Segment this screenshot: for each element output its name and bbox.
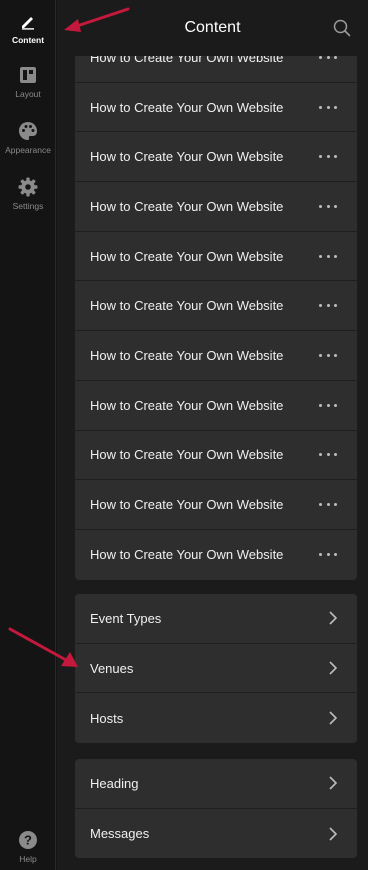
item-label: Heading — [90, 775, 139, 791]
side-rail: Content Layout Appearance Settings ? Hel… — [0, 0, 56, 870]
item-title: How to Create Your Own Website — [90, 198, 284, 214]
gear-icon — [17, 176, 39, 198]
more-horizontal-icon[interactable] — [319, 303, 337, 309]
chevron-right-icon — [329, 776, 338, 790]
articles-list: How to Create Your Own Website How to Cr… — [75, 33, 357, 580]
list-item[interactable]: How to Create Your Own Website — [75, 331, 357, 381]
content-panel: Content How to Create Your Own Website H… — [57, 0, 368, 870]
item-label: Event Types — [90, 610, 162, 626]
rail-item-label: Layout — [15, 89, 41, 99]
rail-item-label: Content — [11, 35, 45, 45]
more-horizontal-icon[interactable] — [319, 552, 337, 558]
list-item-venues[interactable]: Venues — [75, 644, 357, 694]
item-title: How to Create Your Own Website — [90, 547, 284, 563]
list-item[interactable]: How to Create Your Own Website — [75, 381, 357, 431]
more-horizontal-icon[interactable] — [319, 203, 337, 209]
rail-item-label: Help — [19, 854, 37, 864]
list-item-hosts[interactable]: Hosts — [75, 693, 357, 743]
list-item[interactable]: How to Create Your Own Website — [75, 281, 357, 332]
palette-icon — [17, 120, 39, 142]
item-label: Messages — [90, 826, 150, 842]
rail-item-layout[interactable]: Layout — [0, 58, 56, 108]
svg-text:?: ? — [24, 833, 32, 848]
more-horizontal-icon[interactable] — [319, 104, 337, 110]
item-label: Hosts — [90, 710, 124, 726]
item-title: How to Create Your Own Website — [90, 248, 284, 264]
item-title: How to Create Your Own Website — [90, 447, 284, 463]
list-item[interactable]: How to Create Your Own Website — [75, 182, 357, 232]
search-icon[interactable] — [333, 19, 351, 37]
rail-item-label: Settings — [12, 201, 44, 211]
list-item-heading[interactable]: Heading — [75, 759, 357, 809]
chevron-right-icon — [329, 611, 338, 625]
list-item[interactable]: How to Create Your Own Website — [75, 530, 357, 580]
collections-list: Event Types Venues Hosts — [75, 594, 357, 744]
more-horizontal-icon[interactable] — [319, 154, 337, 160]
page-title: Content — [184, 19, 241, 36]
more-horizontal-icon[interactable] — [319, 402, 337, 408]
rail-item-appearance[interactable]: Appearance — [0, 114, 56, 164]
pencil-icon — [17, 10, 39, 32]
more-horizontal-icon[interactable] — [319, 352, 337, 358]
chevron-right-icon — [329, 711, 338, 725]
more-horizontal-icon[interactable] — [319, 502, 337, 508]
list-item-event-types[interactable]: Event Types — [75, 594, 357, 644]
help-icon: ? — [17, 829, 39, 851]
rail-item-settings[interactable]: Settings — [0, 170, 56, 220]
chevron-right-icon — [329, 661, 338, 675]
panel-header: Content — [57, 0, 368, 56]
item-title: How to Create Your Own Website — [90, 397, 284, 413]
rail-item-help[interactable]: ? Help — [0, 823, 56, 870]
list-item[interactable]: How to Create Your Own Website — [75, 232, 357, 282]
list-item[interactable]: How to Create Your Own Website — [75, 132, 357, 183]
item-title: How to Create Your Own Website — [90, 497, 284, 513]
item-title: How to Create Your Own Website — [90, 149, 284, 165]
layout-icon — [17, 64, 39, 86]
item-title: How to Create Your Own Website — [90, 298, 284, 314]
rail-item-content[interactable]: Content — [0, 4, 56, 54]
sections-list: Heading Messages — [75, 759, 357, 859]
list-item[interactable]: How to Create Your Own Website — [75, 83, 357, 133]
list-item-messages[interactable]: Messages — [75, 809, 357, 859]
item-title: How to Create Your Own Website — [90, 99, 284, 115]
list-item[interactable]: How to Create Your Own Website — [75, 431, 357, 481]
more-horizontal-icon[interactable] — [319, 253, 337, 259]
more-horizontal-icon[interactable] — [319, 452, 337, 458]
chevron-right-icon — [329, 826, 338, 841]
rail-item-label: Appearance — [5, 145, 51, 155]
item-label: Venues — [90, 660, 134, 676]
item-title: How to Create Your Own Website — [90, 347, 284, 363]
list-item[interactable]: How to Create Your Own Website — [75, 480, 357, 530]
